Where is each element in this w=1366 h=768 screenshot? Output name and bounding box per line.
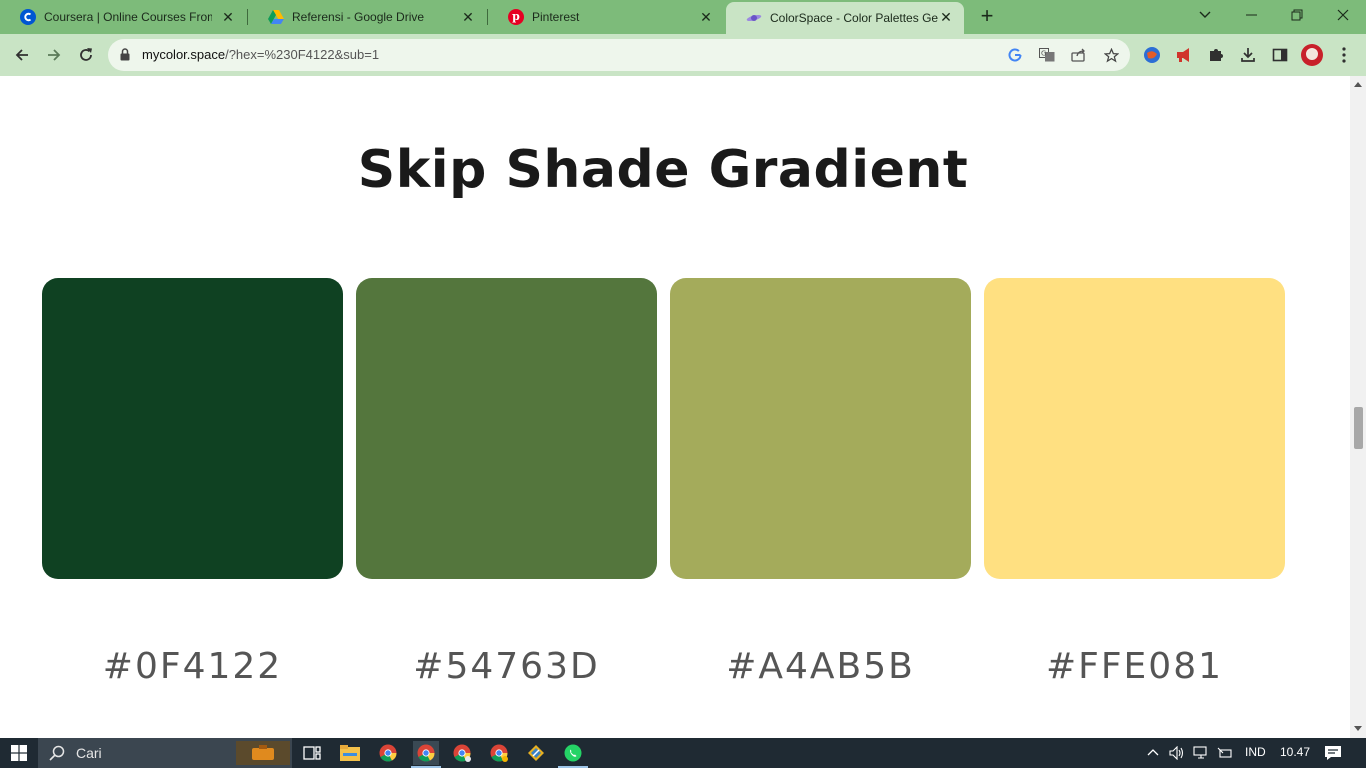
- network-icon[interactable]: [1193, 746, 1209, 763]
- coursera-icon: [20, 9, 36, 25]
- hex-code[interactable]: #54763D: [356, 646, 657, 687]
- address-bar[interactable]: mycolor.space/?hex=%230F4122&sub=1 G: [108, 39, 1130, 71]
- share-icon[interactable]: [1070, 46, 1088, 64]
- scroll-down-arrow[interactable]: [1354, 726, 1362, 731]
- tab-title: Pinterest: [532, 10, 580, 24]
- task-view-icon[interactable]: [300, 741, 324, 765]
- restore-button[interactable]: [1274, 0, 1320, 30]
- translate-icon[interactable]: G: [1038, 46, 1056, 64]
- chrome-profile-icon[interactable]: [450, 741, 474, 765]
- extension-megaphone-icon[interactable]: [1171, 42, 1197, 68]
- side-panel-icon[interactable]: [1267, 42, 1293, 68]
- tab-search-icon[interactable]: [1182, 0, 1228, 30]
- scrollbar-thumb[interactable]: [1354, 407, 1363, 449]
- tab-coursera[interactable]: Coursera | Online Courses From ✕: [0, 0, 246, 34]
- back-button[interactable]: [9, 42, 35, 68]
- bookmark-star-icon[interactable]: [1102, 46, 1120, 64]
- new-tab-button[interactable]: +: [976, 5, 998, 28]
- browser-toolbar: mycolor.space/?hex=%230F4122&sub=1 G: [0, 34, 1366, 76]
- clock[interactable]: 10.47: [1280, 745, 1310, 759]
- tab-title: ColorSpace - Color Palettes Gen: [770, 11, 938, 25]
- hex-code[interactable]: #FFE081: [984, 646, 1285, 687]
- google-lens-icon[interactable]: [1006, 46, 1024, 64]
- tab-strip: Coursera | Online Courses From ✕ Referen…: [0, 0, 1366, 34]
- chrome-profile-icon[interactable]: [487, 741, 511, 765]
- profile-avatar[interactable]: [1299, 42, 1325, 68]
- close-tab-icon[interactable]: ✕: [220, 9, 236, 25]
- reload-button[interactable]: [73, 42, 99, 68]
- url-text[interactable]: mycolor.space/?hex=%230F4122&sub=1: [142, 47, 379, 62]
- menu-kebab-icon[interactable]: [1331, 42, 1357, 68]
- volume-icon[interactable]: [1169, 745, 1185, 763]
- forward-button[interactable]: [41, 42, 67, 68]
- pen-app-icon[interactable]: [524, 741, 548, 765]
- lock-icon[interactable]: [120, 48, 130, 66]
- section-title: Skip Shade Gradient: [357, 140, 969, 200]
- download-icon[interactable]: [1235, 42, 1261, 68]
- search-placeholder: Cari: [76, 745, 102, 761]
- url-host: mycolor.space: [142, 47, 226, 62]
- colorspace-icon: [746, 10, 762, 26]
- show-hidden-icons[interactable]: [1147, 745, 1159, 759]
- chrome-icon[interactable]: [376, 741, 400, 765]
- tab-title: Referensi - Google Drive: [292, 10, 425, 24]
- tab-pinterest[interactable]: p Pinterest ✕: [488, 0, 724, 34]
- chrome-active-icon[interactable]: [413, 741, 439, 765]
- minimize-button[interactable]: [1228, 0, 1274, 30]
- close-tab-icon[interactable]: ✕: [698, 9, 714, 25]
- pinterest-icon: p: [508, 9, 524, 25]
- windows-logo-icon: [11, 745, 27, 761]
- google-drive-icon: [268, 9, 284, 25]
- close-tab-icon[interactable]: ✕: [460, 9, 476, 25]
- scroll-up-arrow[interactable]: [1354, 82, 1362, 87]
- tab-title: Coursera | Online Courses From: [44, 10, 212, 24]
- hex-code[interactable]: #0F4122: [42, 646, 343, 687]
- tab-google-drive[interactable]: Referensi - Google Drive ✕: [248, 0, 486, 34]
- notifications-icon[interactable]: [1324, 745, 1342, 764]
- taskbar-search[interactable]: Cari: [38, 738, 292, 768]
- search-icon: [49, 745, 65, 761]
- hex-code[interactable]: #A4AB5B: [670, 646, 971, 687]
- close-tab-icon[interactable]: ✕: [938, 9, 954, 25]
- color-swatch[interactable]: [670, 278, 971, 579]
- page-scrollbar[interactable]: [1350, 76, 1366, 738]
- close-window-button[interactable]: [1320, 0, 1366, 30]
- start-button[interactable]: [0, 738, 38, 768]
- battery-icon[interactable]: [1217, 746, 1233, 763]
- whatsapp-icon[interactable]: [561, 741, 585, 765]
- color-swatch[interactable]: [984, 278, 1285, 579]
- file-explorer-icon[interactable]: [338, 741, 362, 765]
- search-highlight-icon[interactable]: [236, 741, 290, 765]
- extension-globe-icon[interactable]: [1139, 42, 1165, 68]
- page-content: Skip Shade Gradient #0F4122 #54763D #A4A…: [0, 76, 1350, 738]
- url-path: /?hex=%230F4122&sub=1: [225, 47, 380, 62]
- color-swatch[interactable]: [356, 278, 657, 579]
- language-indicator[interactable]: IND: [1245, 745, 1266, 759]
- extensions-puzzle-icon[interactable]: [1203, 42, 1229, 68]
- color-swatch[interactable]: [42, 278, 343, 579]
- windows-taskbar: Cari IND 10.47: [0, 738, 1366, 768]
- tab-colorspace[interactable]: ColorSpace - Color Palettes Gen ✕: [726, 2, 964, 34]
- svg-text:G: G: [1041, 50, 1046, 58]
